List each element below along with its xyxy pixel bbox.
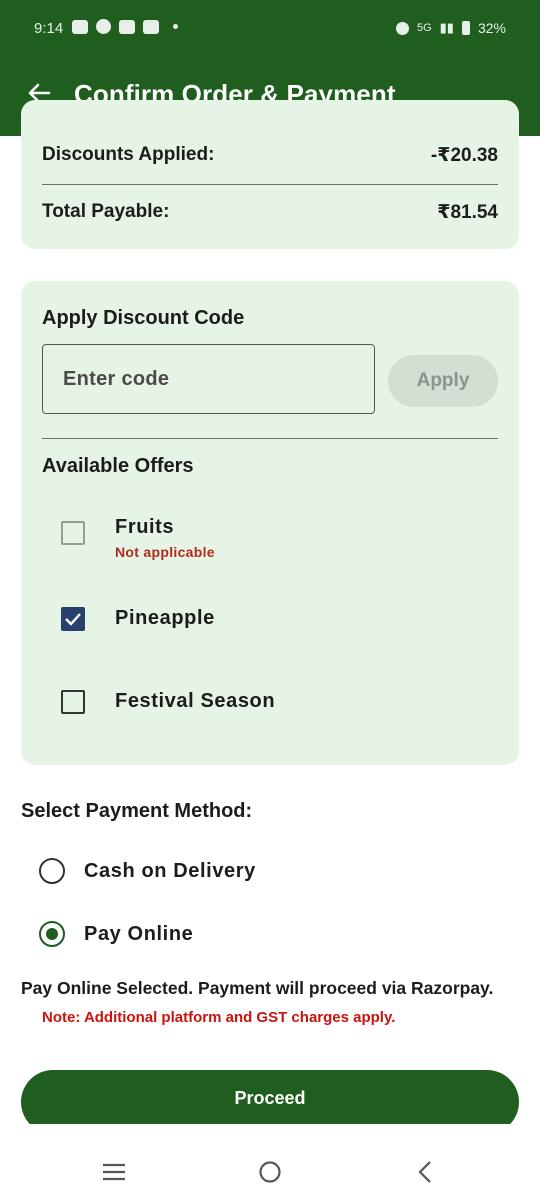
offer-name-festival-season: Festival Season: [115, 690, 276, 712]
discount-code-card: Apply Discount Code Apply Available Offe…: [21, 281, 519, 765]
radio-selected-dot: [46, 928, 58, 940]
discount-code-heading: Apply Discount Code: [42, 307, 245, 329]
offer-checkbox-pineapple[interactable]: [61, 607, 85, 631]
youtube-icon: [72, 19, 88, 34]
checkmark-icon: [65, 613, 81, 626]
discount-applied-label: Discounts Applied:: [42, 144, 215, 165]
payment-option-online-label: Pay Online: [84, 922, 194, 945]
offer-checkbox-fruits[interactable]: [61, 521, 85, 545]
offer-checkbox-festival-season[interactable]: [61, 690, 85, 714]
radio-cod[interactable]: [39, 858, 65, 884]
discount-applied-value: -₹20.38: [430, 145, 498, 166]
discount-applied-row: Discounts Applied: -₹20.38: [42, 144, 498, 167]
offer-item-pineapple[interactable]: Pineapple: [61, 607, 215, 631]
discount-divider: [42, 438, 498, 439]
home-icon[interactable]: [258, 1160, 282, 1184]
charges-note: Note: Additional platform and GST charge…: [42, 1009, 396, 1026]
offer-note-fruits: Not applicable: [115, 544, 215, 560]
system-nav-bar: [0, 1124, 540, 1200]
available-offers-heading: Available Offers: [42, 455, 194, 477]
network-label: 5G: [416, 22, 432, 34]
offer-item-fruits[interactable]: Fruits Not applicable: [61, 516, 215, 560]
payment-method-heading: Select Payment Method:: [21, 800, 253, 822]
offer-name-pineapple: Pineapple: [115, 607, 215, 629]
total-payable-value: ₹81.54: [437, 202, 498, 223]
payment-selected-info: Pay Online Selected. Payment will procee…: [21, 978, 494, 998]
recent-apps-icon[interactable]: [102, 1160, 126, 1184]
discount-code-input[interactable]: [42, 344, 375, 414]
total-payable-row: Total Payable: ₹81.54: [42, 201, 498, 224]
battery-icon: [461, 21, 470, 35]
messenger-icon: [96, 19, 111, 34]
status-bar: 9:14 5G ▮▮ 32%: [0, 0, 540, 58]
payment-option-online[interactable]: Pay Online: [39, 921, 193, 947]
system-icons: 5G ▮▮ 32%: [395, 20, 506, 36]
payment-option-cod-label: Cash on Delivery: [84, 859, 256, 882]
total-payable-label: Total Payable:: [42, 201, 170, 222]
signal-icon: ▮▮: [439, 20, 454, 35]
status-time: 9:14: [34, 20, 64, 37]
payment-option-cod[interactable]: Cash on Delivery: [39, 858, 256, 884]
alarm-icon: [395, 21, 409, 35]
order-summary-card: Discounts Applied: -₹20.38 Total Payable…: [21, 100, 519, 249]
back-nav-icon[interactable]: [414, 1160, 438, 1184]
summary-divider: [42, 184, 498, 185]
radio-pay-online[interactable]: [39, 921, 65, 947]
mail-icon: [143, 19, 159, 34]
more-notifications-icon: [173, 24, 178, 29]
battery-label: 32%: [477, 20, 506, 36]
linkedin-icon: [119, 19, 135, 34]
apply-code-button[interactable]: Apply: [388, 355, 498, 407]
notification-icons: [72, 19, 178, 34]
offer-name-fruits: Fruits: [115, 516, 175, 538]
offer-item-festival-season[interactable]: Festival Season: [61, 690, 275, 714]
